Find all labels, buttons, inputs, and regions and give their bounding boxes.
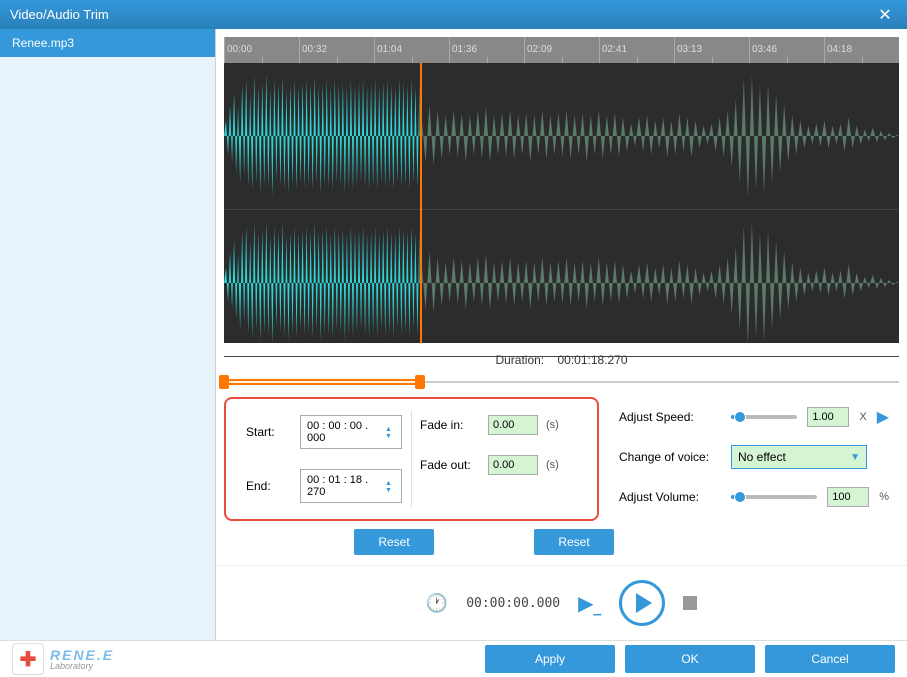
range-selector[interactable] [224,377,899,387]
voice-row: Change of voice: No effect ▼ [619,445,889,469]
end-time-value: 00 : 01 : 18 . 270 [307,474,385,498]
start-spinner[interactable]: ▲ ▼ [385,426,395,439]
ruler-tick: 03:46 [749,37,824,63]
fadein-input[interactable] [488,415,538,435]
play-preview-icon[interactable]: ▶ [877,407,889,427]
range-handle-end[interactable] [415,375,425,389]
main-panel: 00:00 00:32 01:04 01:36 02:09 02:41 03:1… [216,29,907,640]
seconds-unit: (s) [546,419,559,431]
chevron-down-icon: ▼ [850,452,860,463]
playhead-marker[interactable] [420,63,422,343]
cancel-button[interactable]: Cancel [765,645,895,673]
file-sidebar: Renee.mp3 [0,29,216,640]
ruler-tick: 00:00 [224,37,299,63]
range-selection [224,379,420,385]
waveform-channel-left [224,63,899,210]
fadeout-input[interactable] [488,455,538,475]
playback-controls: 🕐 00:00:00.000 ▶▁ [216,565,907,640]
close-icon[interactable]: ✕ [873,3,897,27]
playback-time: 00:00:00.000 [466,596,560,611]
ruler-tick: 03:13 [674,37,749,63]
fadein-label: Fade in: [420,418,480,432]
trim-parameters-box: Start: 00 : 00 : 00 . 000 ▲ ▼ End: [224,397,599,521]
fadeout-field-row: Fade out: (s) [420,455,577,475]
voice-select-value: No effect [738,450,786,464]
volume-row: Adjust Volume: % [619,487,889,507]
play-button[interactable] [619,580,665,626]
titlebar: Video/Audio Trim ✕ [0,0,907,29]
controls-section: Start: 00 : 00 : 00 . 000 ▲ ▼ End: [224,397,899,521]
ruler-tick: 04:18 [824,37,899,63]
ruler-tick: 01:04 [374,37,449,63]
voice-label: Change of voice: [619,450,721,464]
waveform-display[interactable] [224,63,899,343]
chevron-down-icon[interactable]: ▼ [385,487,395,493]
step-forward-icon[interactable]: ▶▁ [578,591,601,616]
reset-row: Reset Reset [224,529,899,555]
ruler-tick: 02:09 [524,37,599,63]
chevron-up-icon[interactable]: ▲ [385,480,395,486]
start-label: Start: [246,425,292,439]
fadeout-label: Fade out: [420,458,480,472]
speed-slider[interactable] [731,415,797,419]
start-time-value: 00 : 00 : 00 . 000 [307,420,385,444]
volume-unit: % [879,491,889,503]
timeline-ruler[interactable]: 00:00 00:32 01:04 01:36 02:09 02:41 03:1… [224,37,899,63]
window-title: Video/Audio Trim [10,7,873,22]
reset-trim-button[interactable]: Reset [354,529,433,555]
seconds-unit: (s) [546,459,559,471]
start-field-row: Start: 00 : 00 : 00 . 000 ▲ ▼ [246,415,403,449]
end-spinner[interactable]: ▲ ▼ [385,480,395,493]
adjust-parameters: Adjust Speed: X ▶ Change of voice: No ef… [619,397,899,521]
logo-sub-text: Laboratory [50,662,114,671]
play-icon [636,593,652,613]
reset-fade-button[interactable]: Reset [534,529,613,555]
clock-icon: 🕐 [426,593,448,614]
logo-main-text: RENE.E [50,648,114,662]
logo-icon: ✚ [12,643,44,675]
fadein-field-row: Fade in: (s) [420,415,577,435]
footer-bar: ✚ RENE.E Laboratory Apply OK Cancel [0,640,907,677]
chevron-down-icon[interactable]: ▼ [385,433,395,439]
brand-logo: ✚ RENE.E Laboratory [12,643,475,675]
end-time-input[interactable]: 00 : 01 : 18 . 270 ▲ ▼ [300,469,402,503]
end-field-row: End: 00 : 01 : 18 . 270 ▲ ▼ [246,469,403,503]
file-list-item[interactable]: Renee.mp3 [0,29,215,57]
ruler-tick: 02:41 [599,37,674,63]
content-area: Renee.mp3 00:00 00:32 01:04 01:36 02:09 … [0,29,907,640]
stop-button[interactable] [683,596,697,610]
waveform-channel-right [224,210,899,357]
volume-slider[interactable] [731,495,817,499]
voice-select[interactable]: No effect ▼ [731,445,867,469]
end-label: End: [246,479,292,493]
ruler-tick: 00:32 [299,37,374,63]
chevron-up-icon[interactable]: ▲ [385,426,395,432]
range-handle-start[interactable] [219,375,229,389]
speed-input[interactable] [807,407,849,427]
ruler-tick: 01:36 [449,37,524,63]
slider-thumb[interactable] [734,411,746,423]
ok-button[interactable]: OK [625,645,755,673]
slider-thumb[interactable] [734,491,746,503]
volume-input[interactable] [827,487,869,507]
start-time-input[interactable]: 00 : 00 : 00 . 000 ▲ ▼ [300,415,402,449]
speed-unit: X [859,411,866,423]
apply-button[interactable]: Apply [485,645,615,673]
speed-row: Adjust Speed: X ▶ [619,407,889,427]
trim-window: Video/Audio Trim ✕ Renee.mp3 00:00 00:32… [0,0,907,677]
volume-label: Adjust Volume: [619,490,721,504]
speed-label: Adjust Speed: [619,410,721,424]
